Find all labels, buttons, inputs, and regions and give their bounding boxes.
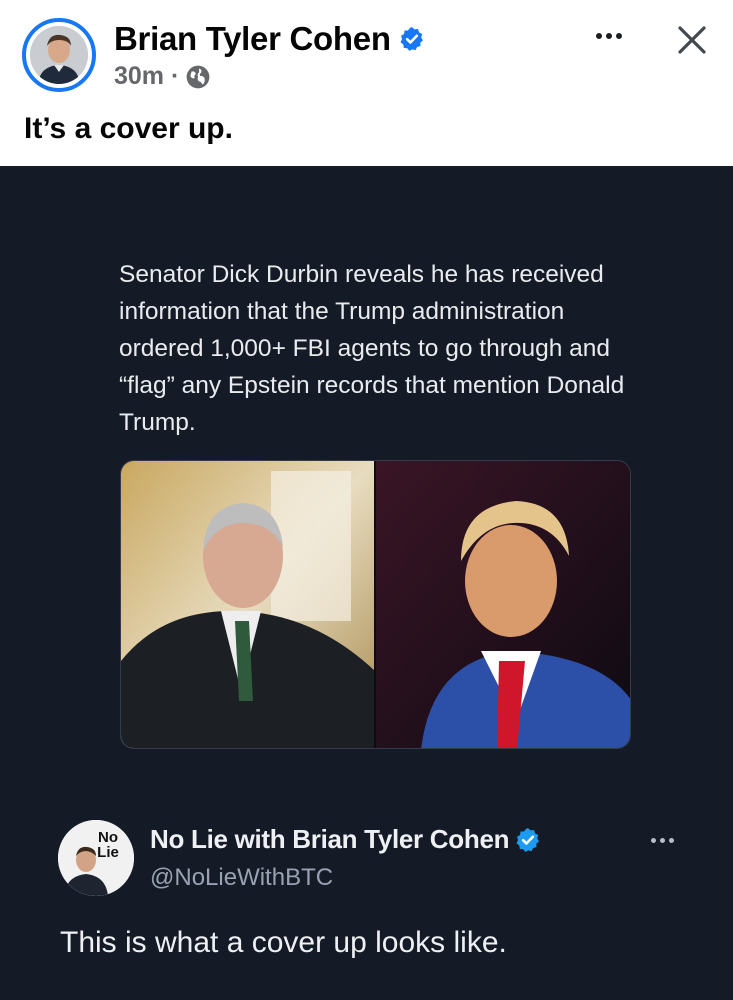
tweet-more-icon[interactable] bbox=[642, 832, 682, 848]
tweet-handle[interactable]: @NoLieWithBTC bbox=[150, 864, 333, 892]
tweet-author-avatar[interactable]: No Lie bbox=[58, 820, 134, 896]
more-options-icon[interactable] bbox=[592, 26, 626, 46]
tweet-text: This is what a cover up looks like. bbox=[60, 926, 507, 959]
split-photo[interactable] bbox=[120, 460, 631, 749]
verified-badge-icon bbox=[516, 827, 540, 852]
photo-illustration bbox=[121, 461, 630, 748]
verified-badge-icon bbox=[400, 27, 423, 51]
svg-text:Lie: Lie bbox=[97, 844, 119, 861]
author-name[interactable]: Brian Tyler Cohen bbox=[114, 20, 425, 58]
shared-image-card[interactable]: Senator Dick Durbin reveals he has recei… bbox=[0, 166, 733, 1000]
post-meta: 30m · bbox=[114, 62, 211, 91]
tweet-author-name[interactable]: No Lie with Brian Tyler Cohen bbox=[150, 824, 541, 855]
post-caption: It’s a cover up. bbox=[24, 112, 233, 145]
author-avatar[interactable] bbox=[22, 18, 96, 92]
post-header: Brian Tyler Cohen 30m · It’s a cover up. bbox=[0, 0, 733, 166]
globe-icon bbox=[186, 65, 210, 88]
close-icon[interactable] bbox=[672, 20, 712, 60]
post-time[interactable]: 30m · bbox=[114, 62, 179, 91]
card-headline: Senator Dick Durbin reveals he has recei… bbox=[119, 261, 625, 436]
